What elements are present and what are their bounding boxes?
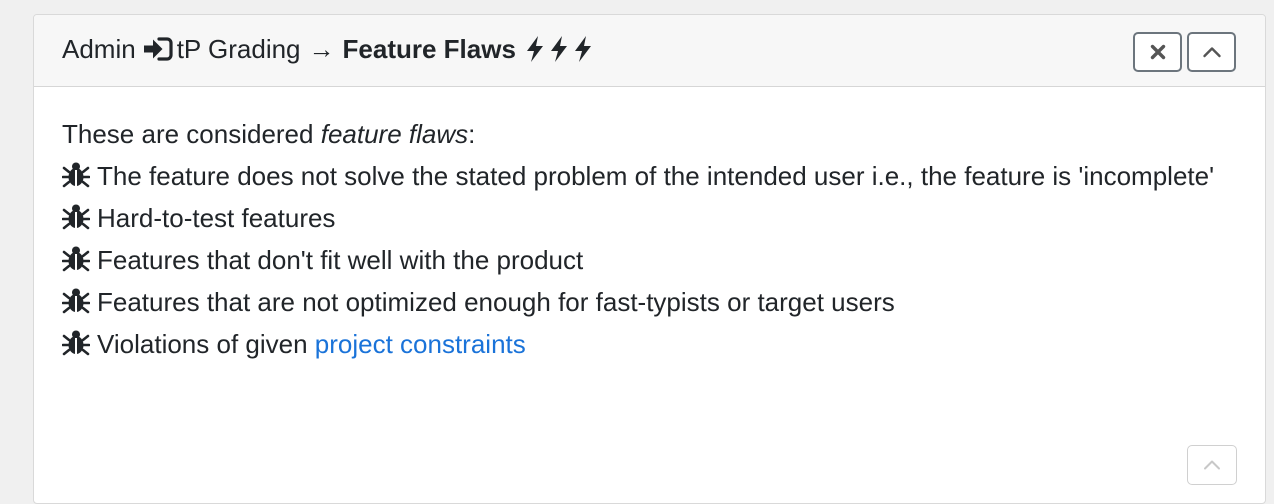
severity-indicator — [524, 35, 594, 63]
close-button[interactable] — [1133, 32, 1182, 72]
bug-icon — [62, 330, 90, 356]
intro-emphasis: feature flaws — [320, 119, 469, 149]
bolt-icon — [550, 36, 567, 62]
list-item: Features that are not optimized enough f… — [62, 281, 1237, 323]
intro-text: These are considered feature flaws: — [62, 119, 476, 149]
breadcrumb-separator: → — [308, 34, 335, 64]
page-title: Feature Flaws — [342, 34, 516, 64]
sign-in-icon — [143, 36, 173, 62]
bug-icon — [62, 288, 90, 314]
scroll-to-top-button[interactable] — [1187, 445, 1237, 485]
project-constraints-link[interactable]: project constraints — [315, 329, 526, 359]
list-item: Features that don't fit well with the pr… — [62, 239, 1237, 281]
panel-body: These are considered feature flaws: The … — [62, 113, 1237, 365]
list-item: The feature does not solve the stated pr… — [62, 155, 1237, 197]
panel-header: Admin tP Grading → Feature Flaws — [34, 15, 1265, 87]
breadcrumb: Admin tP Grading → Feature Flaws — [62, 32, 594, 66]
bolt-icon — [574, 36, 591, 62]
bolt-icon — [526, 36, 543, 62]
close-icon — [1150, 44, 1165, 60]
chevron-up-icon — [1202, 47, 1221, 58]
bug-icon — [62, 204, 90, 230]
bug-icon — [62, 162, 90, 188]
feature-flaws-panel: Admin tP Grading → Feature Flaws These a… — [33, 14, 1266, 504]
collapse-button[interactable] — [1187, 32, 1236, 72]
bug-icon — [62, 246, 90, 272]
list-item: Violations of given project constraints — [62, 323, 1237, 365]
breadcrumb-tp-grading[interactable]: tP Grading — [177, 32, 301, 66]
list-item: Hard-to-test features — [62, 197, 1237, 239]
chevron-up-icon — [1204, 460, 1220, 470]
breadcrumb-admin[interactable]: Admin — [62, 32, 136, 66]
